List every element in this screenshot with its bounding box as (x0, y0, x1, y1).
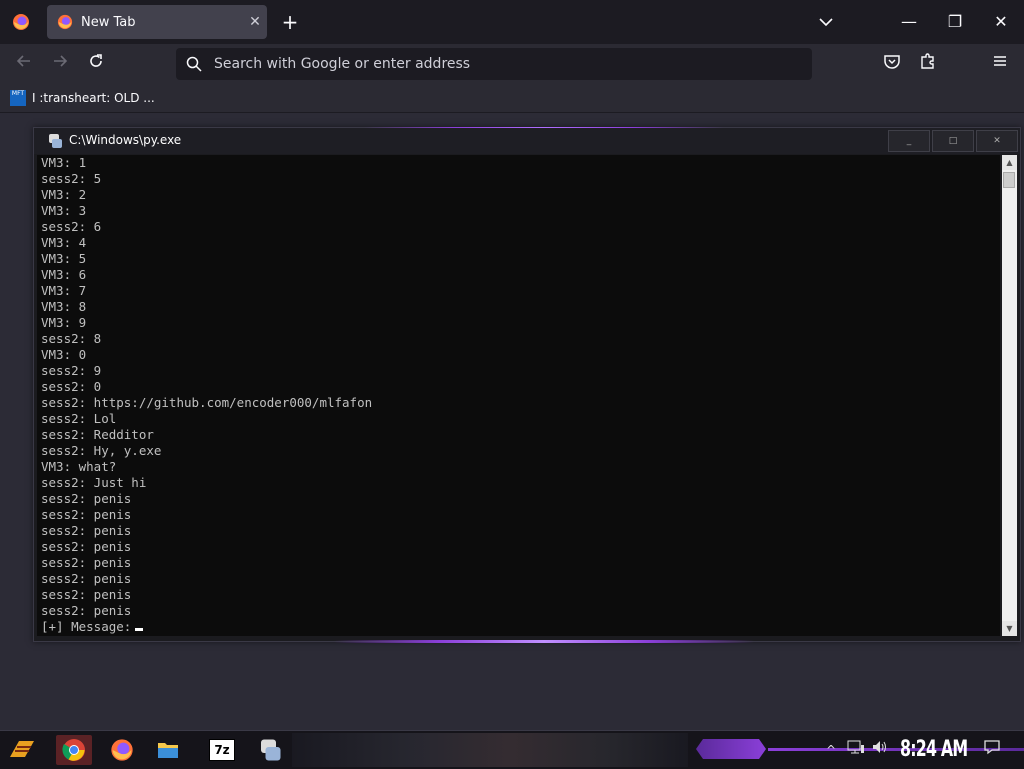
pocket-button[interactable] (880, 52, 904, 76)
taskbar-7zip[interactable]: 7z (204, 735, 240, 765)
console-line: VM3: what? (41, 459, 117, 474)
back-arrow-icon (16, 55, 30, 67)
console-prompt: [+] Message: (41, 619, 132, 634)
console-line: sess2: Lol (41, 411, 117, 426)
console-line: sess2: 5 (41, 171, 102, 186)
console-line: sess2: penis (41, 587, 132, 602)
taskbar-clock[interactable]: 8:24 AM (900, 735, 968, 765)
minimize-button[interactable]: — (894, 10, 924, 34)
scroll-up-arrow-icon[interactable]: ▲ (1002, 155, 1017, 170)
new-tab-button[interactable]: + (278, 10, 302, 34)
console-title: C:\Windows\py.exe (69, 133, 182, 147)
back-button[interactable] (12, 52, 36, 76)
console-line: VM3: 5 (41, 251, 87, 266)
console-line: sess2: penis (41, 571, 132, 586)
taskbar-chrome[interactable] (56, 735, 92, 765)
console-line: VM3: 1 (41, 155, 87, 170)
puzzle-icon (921, 53, 934, 69)
firefox-icon (13, 14, 29, 30)
taskbar-wallpaper-strip (292, 733, 688, 767)
console-line: sess2: penis (41, 539, 132, 554)
console-line: VM3: 4 (41, 235, 87, 250)
volume-icon[interactable] (870, 739, 890, 761)
console-line: VM3: 7 (41, 283, 87, 298)
scroll-down-arrow-icon[interactable]: ▼ (1002, 621, 1017, 636)
tab-close-icon[interactable]: ✕ (243, 14, 267, 30)
firefox-icon (57, 14, 73, 30)
start-logo-icon (10, 741, 34, 757)
search-input[interactable] (212, 55, 812, 73)
window-glow-bottom (334, 640, 754, 643)
console-titlebar[interactable]: C:\Windows\py.exe _ □ ✕ (34, 128, 1020, 154)
console-close-button[interactable]: ✕ (976, 130, 1018, 152)
console-line: sess2: Just hi (41, 475, 147, 490)
taskbar-python[interactable] (252, 735, 288, 765)
console-output[interactable]: VM3: 1 sess2: 5 VM3: 2 VM3: 3 sess2: 6 VM3: 4… (37, 155, 1000, 636)
reload-button[interactable] (84, 52, 108, 76)
close-button[interactable]: ✕ (986, 10, 1016, 34)
firefox-view-button[interactable] (9, 10, 33, 34)
python-icon (261, 739, 281, 761)
forward-arrow-icon (54, 55, 68, 67)
console-window-controls: _ □ ✕ (886, 130, 1018, 152)
console-prompt-line[interactable]: [+] Message: (37, 619, 1000, 635)
start-button[interactable] (4, 735, 40, 765)
chevron-down-icon (819, 18, 833, 27)
console-line: VM3: 6 (41, 267, 87, 282)
console-line: sess2: 6 (41, 219, 102, 234)
bookmark-item[interactable]: MFT I :transheart: OLD ... (10, 88, 155, 108)
notification-icon[interactable] (982, 739, 1002, 761)
python-icon (49, 134, 62, 148)
firefox-icon (111, 739, 133, 761)
maximize-button[interactable]: ❐ (940, 10, 970, 34)
address-bar[interactable] (176, 48, 812, 80)
console-line: VM3: 9 (41, 315, 87, 330)
pocket-icon (884, 55, 900, 69)
tab-new-tab[interactable]: New Tab ✕ (47, 5, 267, 39)
console-line: VM3: 3 (41, 203, 87, 218)
extensions-button[interactable] (916, 52, 940, 76)
forward-button[interactable] (48, 52, 72, 76)
navigation-toolbar (0, 44, 1024, 84)
network-icon[interactable] (846, 739, 866, 761)
bookmark-favicon-icon: MFT (10, 90, 26, 106)
console-line: sess2: penis (41, 603, 132, 618)
console-scrollbar[interactable]: ▲ ▼ (1002, 155, 1017, 636)
console-line: sess2: 9 (41, 363, 102, 378)
search-icon (186, 56, 202, 72)
tray-overflow-chevron-icon[interactable]: ^ (824, 739, 838, 761)
taskbar-firefox[interactable] (104, 735, 140, 765)
taskbar-accent-bar (696, 739, 766, 759)
console-line: sess2: penis (41, 555, 132, 570)
console-line: sess2: penis (41, 523, 132, 538)
hamburger-menu-icon (994, 56, 1006, 66)
bookmarks-toolbar: MFT I :transheart: OLD ... (0, 84, 1024, 113)
folder-icon (158, 743, 178, 758)
console-line: sess2: https://github.com/encoder000/mlf… (41, 395, 373, 410)
tab-strip: New Tab ✕ + — ❐ ✕ (0, 0, 1024, 44)
scroll-thumb[interactable] (1003, 172, 1015, 188)
text-cursor (135, 628, 144, 631)
tab-title: New Tab (81, 14, 136, 30)
console-line: sess2: penis (41, 491, 132, 506)
console-minimize-button[interactable]: _ (888, 130, 930, 152)
console-window[interactable]: C:\Windows\py.exe _ □ ✕ VM3: 1 sess2: 5 VM… (33, 127, 1021, 643)
reload-icon (90, 54, 102, 67)
console-line: sess2: 0 (41, 379, 102, 394)
taskbar-file-explorer[interactable] (150, 735, 186, 765)
console-line: sess2: Redditor (41, 427, 154, 442)
bookmark-label: I :transheart: OLD ... (32, 91, 155, 105)
console-line: sess2: Hy, y.exe (41, 443, 162, 458)
console-line: VM3: 2 (41, 187, 87, 202)
seven-zip-icon: 7z (209, 739, 235, 761)
console-line: sess2: penis (41, 507, 132, 522)
console-line: sess2: 8 (41, 331, 102, 346)
chrome-icon (62, 739, 85, 761)
console-line: VM3: 0 (41, 347, 87, 362)
console-line: VM3: 8 (41, 299, 87, 314)
console-maximize-button[interactable]: □ (932, 130, 974, 152)
menu-button[interactable] (988, 52, 1012, 76)
list-all-tabs-button[interactable] (816, 12, 836, 32)
taskbar: 7z ^ 8:24 AM (0, 730, 1024, 769)
